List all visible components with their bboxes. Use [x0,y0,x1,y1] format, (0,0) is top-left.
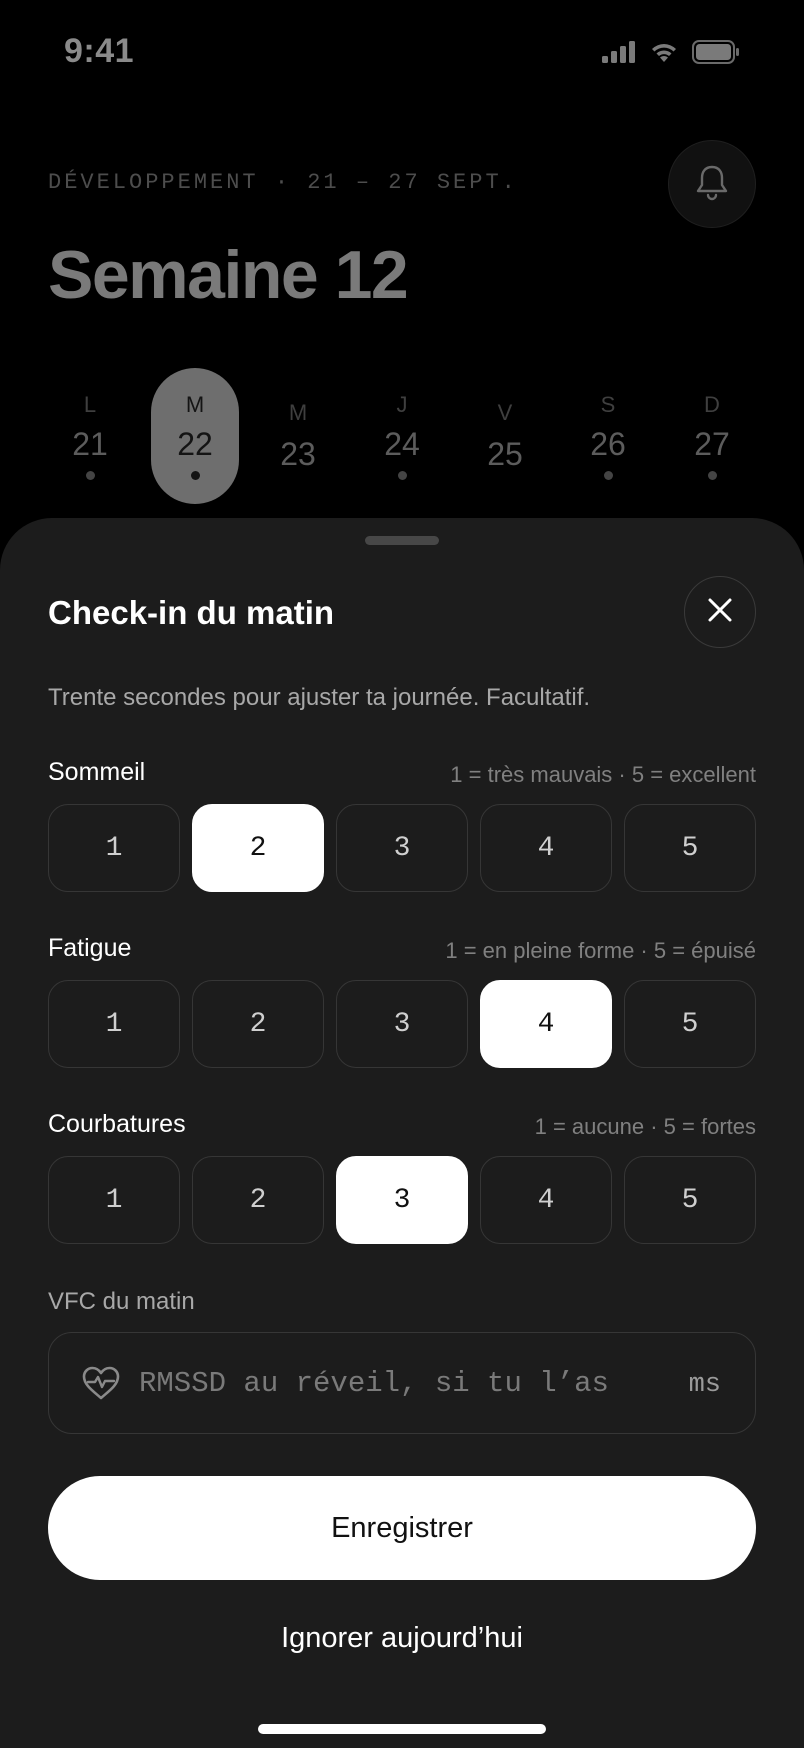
day-item[interactable]: V 25 [461,368,549,504]
cellular-signal-icon [602,41,636,68]
entry-dot [397,471,407,480]
status-bar: 9:41 [0,0,804,110]
day-item[interactable]: M 22 [151,368,239,504]
rating-option[interactable]: 2 [192,1156,324,1244]
fatigue-rating: 1 2 3 4 5 [48,980,756,1068]
sheet-grabber[interactable] [365,536,439,545]
battery-icon [692,40,740,69]
day-number: 22 [177,426,213,462]
rating-option[interactable]: 5 [624,1156,756,1244]
day-letter: M [288,400,308,425]
entry-dot [190,471,200,480]
day-letter: M [185,392,205,417]
day-number: 21 [72,426,108,462]
day-letter: D [704,392,720,417]
skip-today-button[interactable]: Ignorer aujourd’hui [0,1622,804,1655]
day-number: 24 [384,426,420,462]
sleep-rating: 1 2 3 4 5 [48,804,756,892]
entry-dot [707,471,717,480]
status-icons [602,40,740,69]
soreness-scale-hint: 1 = aucune · 5 = fortes [534,1114,756,1139]
week-phase-label: DÉVELOPPEMENT · 21 – 27 SEPT. [48,170,518,195]
day-letter: V [497,400,513,425]
rating-option[interactable]: 3 [336,804,468,892]
fatigue-scale-hint: 1 = en pleine forme · 5 = épuisé [445,938,756,963]
status-time: 9:41 [64,32,135,70]
wifi-icon [650,41,678,68]
day-number: 26 [590,426,626,462]
entry-dot [603,471,613,480]
checkin-sheet: Check-in du matin Trente secondes pour a… [0,518,804,1748]
rating-option[interactable]: 4 [480,804,612,892]
entry-dot [85,471,95,480]
rating-option[interactable]: 2 [192,980,324,1068]
hrv-label: VFC du matin [48,1288,195,1315]
day-number: 27 [694,426,730,462]
day-number: 23 [280,436,316,472]
day-item[interactable]: S 26 [564,368,652,504]
sheet-title: Check-in du matin [48,594,335,631]
rating-option[interactable]: 1 [48,980,180,1068]
soreness-rating: 1 2 3 4 5 [48,1156,756,1244]
close-button[interactable] [684,576,756,648]
heart-pulse-icon [81,1365,121,1406]
bell-icon [694,163,730,206]
rating-option[interactable]: 5 [624,804,756,892]
close-icon [707,597,733,628]
sheet-subtitle: Trente secondes pour ajuster ta journée.… [48,684,591,711]
soreness-label: Courbatures [48,1110,186,1138]
rating-option[interactable]: 5 [624,980,756,1068]
day-item[interactable]: L 21 [46,368,134,504]
day-item[interactable]: D 27 [668,368,756,504]
hrv-input[interactable]: RMSSD au réveil, si tu l’as ms [48,1332,756,1434]
rating-option[interactable]: 3 [336,1156,468,1244]
rating-option[interactable]: 4 [480,1156,612,1244]
rating-option[interactable]: 4 [480,980,612,1068]
sleep-label: Sommeil [48,758,146,786]
day-letter: J [396,392,408,417]
day-item[interactable]: M 23 [254,368,342,504]
rating-option[interactable]: 3 [336,980,468,1068]
day-letter: S [600,392,616,417]
week-day-strip: L 21 M 22 M 23 J 24 V 25 S 26 D 27 [40,368,764,504]
fatigue-label: Fatigue [48,934,132,962]
hrv-placeholder: RMSSD au réveil, si tu l’as [139,1367,609,1400]
page-title: Semaine 12 [48,237,409,313]
rating-option[interactable]: 1 [48,1156,180,1244]
rating-option[interactable]: 1 [48,804,180,892]
day-number: 25 [487,436,523,472]
home-indicator [258,1724,546,1734]
hrv-unit: ms [688,1370,721,1400]
notifications-button[interactable] [668,140,756,228]
save-button[interactable]: Enregistrer [48,1476,756,1580]
rating-option[interactable]: 2 [192,804,324,892]
day-item[interactable]: J 24 [358,368,446,504]
day-letter: L [83,392,97,417]
sleep-scale-hint: 1 = très mauvais · 5 = excellent [450,762,756,787]
